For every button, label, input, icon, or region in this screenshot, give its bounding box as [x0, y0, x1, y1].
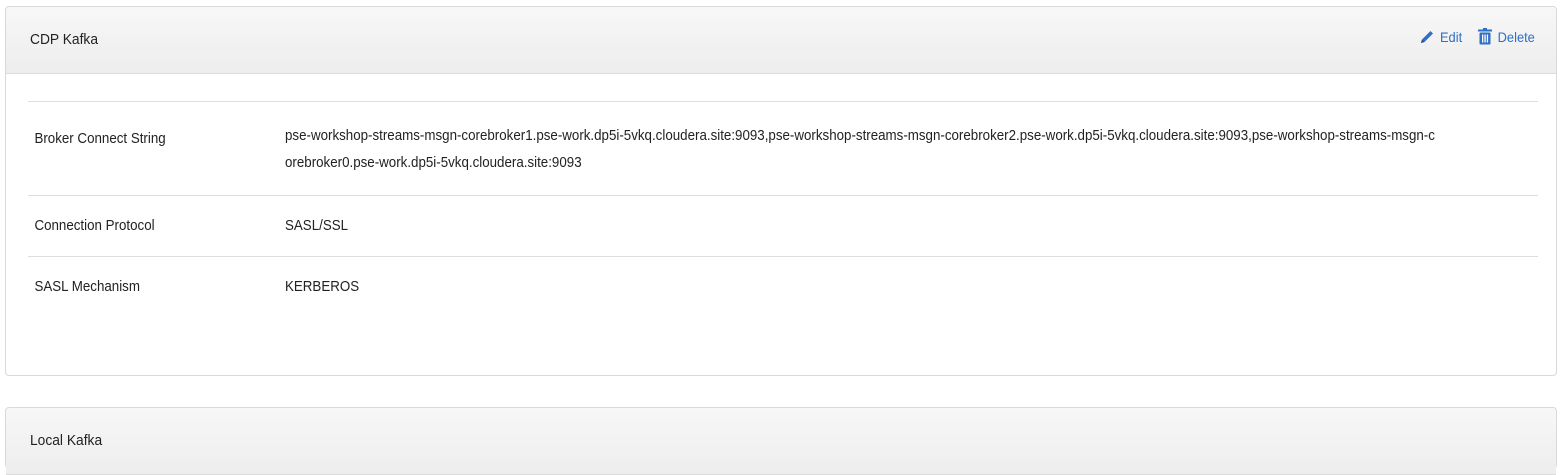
cdp-kafka-panel: CDP Kafka Edit Delete Broker Connect Str…: [5, 6, 1557, 376]
property-label: SASL Mechanism: [34, 279, 140, 295]
pencil-icon: [1419, 29, 1435, 45]
table-row: Connection Protocol SASL/SSL: [28, 195, 1538, 256]
delete-label: Delete: [1497, 28, 1535, 45]
panel-title: CDP Kafka: [30, 31, 99, 48]
edit-button[interactable]: Edit: [1419, 29, 1463, 45]
trash-icon: [1477, 28, 1492, 45]
properties-table: Broker Connect String pse-workshop-strea…: [28, 101, 1538, 317]
table-row: SASL Mechanism KERBEROS: [28, 256, 1538, 317]
property-label: Connection Protocol: [34, 218, 155, 234]
panel-actions: Edit Delete: [1419, 28, 1536, 45]
local-kafka-panel: Local Kafka: [5, 407, 1557, 475]
panel-title: Local Kafka: [30, 432, 103, 449]
panel-header: Local Kafka: [6, 408, 1556, 475]
delete-button[interactable]: Delete: [1477, 28, 1536, 45]
edit-label: Edit: [1440, 28, 1463, 45]
property-value: SASL/SSL: [285, 218, 349, 234]
property-value: KERBEROS: [285, 279, 360, 295]
property-value: pse-workshop-streams-msgn-corebroker1.ps…: [285, 128, 1435, 171]
property-label: Broker Connect String: [34, 131, 166, 147]
table-row: Broker Connect String pse-workshop-strea…: [28, 101, 1538, 195]
panel-header: CDP Kafka Edit Delete: [6, 7, 1556, 74]
